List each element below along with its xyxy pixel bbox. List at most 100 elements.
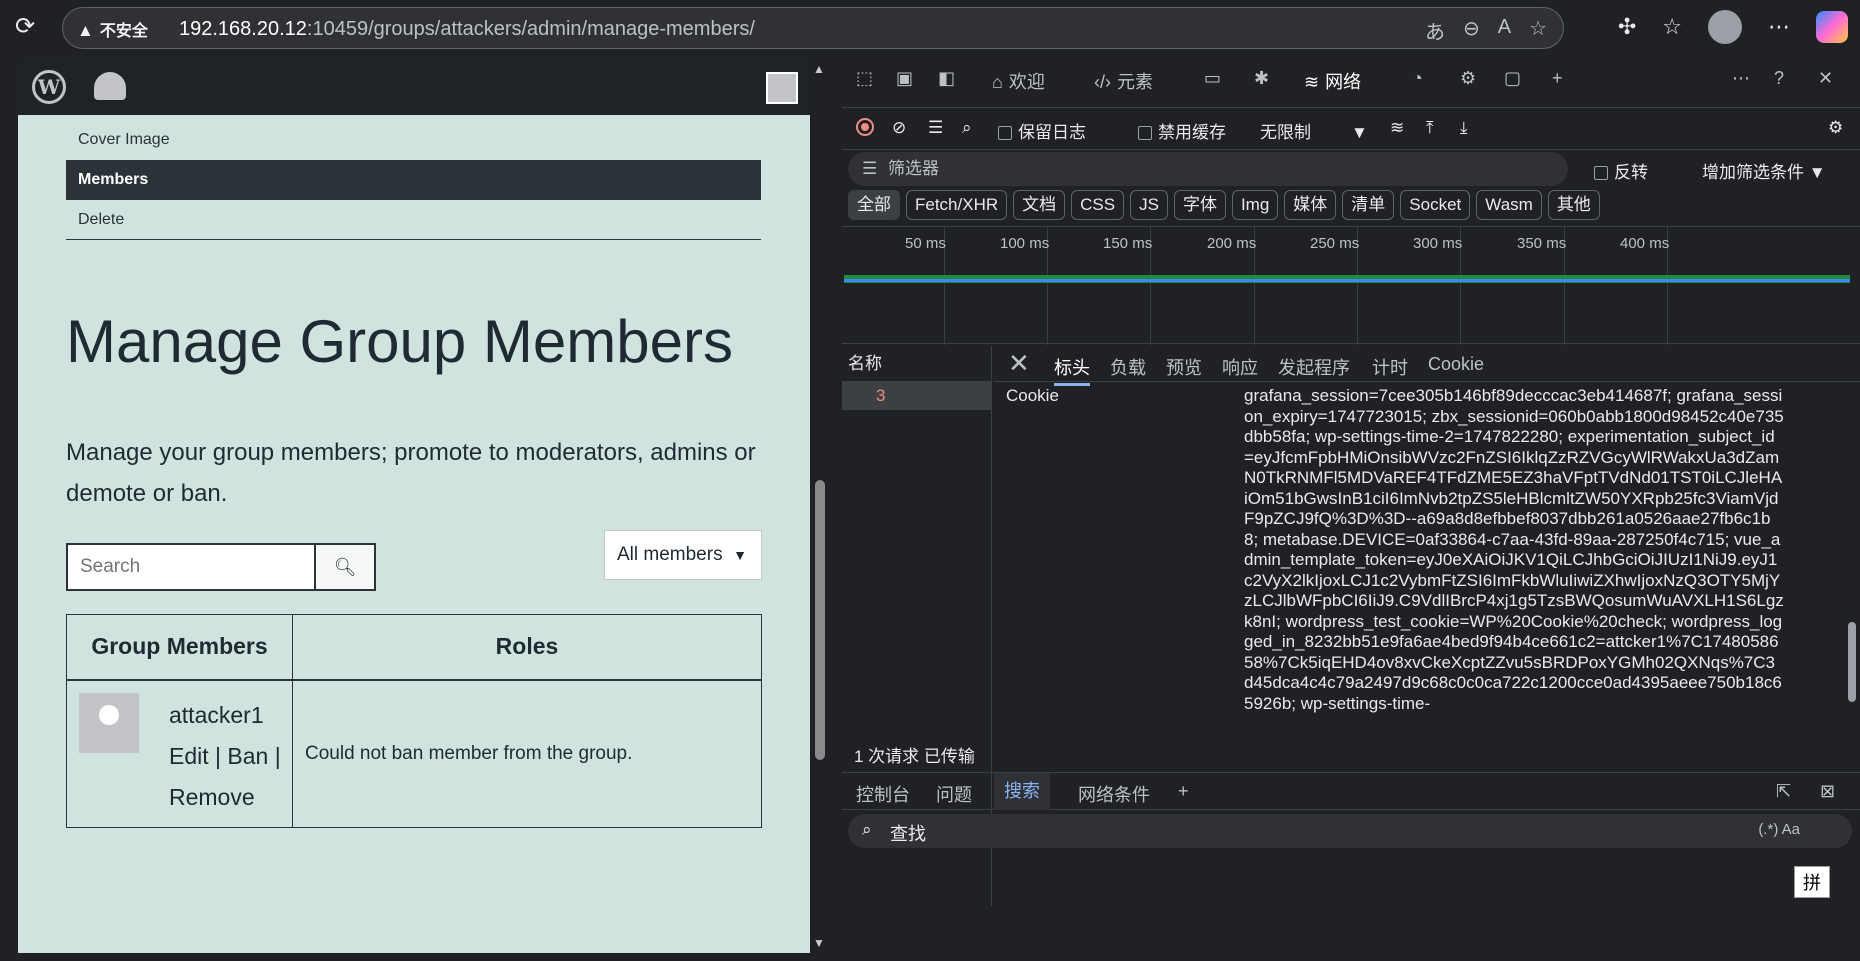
remove-link[interactable]: Remove	[169, 777, 281, 818]
subnav-item-cover-image[interactable]: Cover Image	[66, 120, 761, 160]
dock-drawer-icon[interactable]: ⇱	[1776, 781, 1791, 802]
timeline-request-bar-blue	[844, 279, 1850, 282]
filter-funnel-icon[interactable]: ☰	[928, 118, 943, 138]
tab-cookies[interactable]: Cookie	[1428, 354, 1484, 375]
code-icon: ‹/›	[1094, 72, 1111, 92]
type-filter-wasm[interactable]: Wasm	[1476, 190, 1542, 220]
address-bar[interactable]: ▲ 不安全 192.168.20.12:10459/groups/attacker…	[62, 7, 1564, 49]
type-filter-js[interactable]: JS	[1130, 190, 1168, 220]
invert-checkbox[interactable]: 反转	[1594, 158, 1648, 183]
tab-network[interactable]: ≋ 网络	[1304, 68, 1361, 94]
more-tools-icon[interactable]: ⋯	[1732, 68, 1750, 89]
tab-payload[interactable]: 负载	[1110, 354, 1146, 380]
record-icon[interactable]	[856, 118, 874, 141]
dock-icon[interactable]: ◧	[938, 68, 955, 89]
search-network-icon[interactable]: ⌕	[962, 118, 972, 138]
scroll-down-icon[interactable]: ▼	[813, 936, 825, 950]
subnav-item-members[interactable]: Members	[66, 160, 761, 200]
add-tab-icon[interactable]: +	[1552, 68, 1563, 89]
zoom-icon[interactable]: ⊖	[1463, 16, 1480, 45]
detail-scrollbar[interactable]	[1844, 382, 1860, 770]
device-toggle-icon[interactable]: ▣	[896, 68, 913, 89]
scrollbar-thumb[interactable]	[1848, 622, 1856, 702]
read-aloud-icon[interactable]: A	[1498, 16, 1511, 45]
page-description: Manage your group members; promote to mo…	[66, 439, 756, 507]
memory-icon[interactable]: ⚙	[1460, 68, 1476, 89]
ime-indicator[interactable]: 拼	[1794, 866, 1830, 898]
type-filter-other[interactable]: 其他	[1547, 190, 1600, 220]
security-indicator[interactable]: ▲ 不安全	[77, 17, 148, 41]
network-conditions-icon[interactable]: ≋	[1390, 118, 1404, 138]
scroll-up-icon[interactable]: ▲	[813, 62, 825, 76]
settings-gear-icon[interactable]: ⚙	[1828, 118, 1843, 138]
dashboard-icon[interactable]	[94, 72, 126, 100]
profile-avatar[interactable]	[1708, 10, 1742, 44]
type-filter-doc[interactable]: 文档	[1013, 190, 1066, 220]
page-scrollbar[interactable]: ▲ ▼	[810, 60, 830, 953]
wifi-icon: ≋	[1304, 72, 1320, 92]
preserve-log-checkbox[interactable]: 保留日志	[998, 118, 1086, 143]
close-detail-icon[interactable]: ✕	[1008, 348, 1030, 379]
tab-elements[interactable]: ‹/› 元素	[1094, 68, 1153, 94]
type-filter-fetch[interactable]: Fetch/XHR	[906, 190, 1008, 220]
network-timeline[interactable]: 50 ms 100 ms 150 ms 200 ms 250 ms 300 ms…	[842, 226, 1860, 345]
drawer-tab-search[interactable]: 搜索	[994, 773, 1050, 810]
request-headers-body: Cookie grafana_session=7cee305b146bf89de…	[994, 382, 1844, 770]
copilot-icon[interactable]	[1816, 11, 1848, 43]
subnav-item-delete[interactable]: Delete	[66, 200, 761, 240]
translate-icon[interactable]: あ	[1425, 16, 1445, 45]
throttle-select[interactable]: 无限制 ▼	[1260, 118, 1368, 143]
close-devtools-icon[interactable]: ✕	[1818, 68, 1833, 89]
type-filter-img[interactable]: Img	[1231, 190, 1279, 220]
disable-cache-checkbox[interactable]: 禁用缓存	[1138, 118, 1226, 143]
scrollbar-thumb[interactable]	[815, 480, 825, 760]
member-name-link[interactable]: attacker1	[169, 695, 281, 736]
add-drawer-tab-icon[interactable]: +	[1178, 781, 1189, 802]
bug-icon[interactable]: ✱	[1254, 68, 1269, 89]
tab-welcome[interactable]: ⌂ 欢迎	[992, 68, 1045, 94]
inspect-icon[interactable]: ⬚	[856, 68, 873, 89]
header-value[interactable]: grafana_session=7cee305b146bf89decccac3e…	[1244, 386, 1784, 714]
type-filter-css[interactable]: CSS	[1071, 190, 1125, 220]
more-filters-dropdown[interactable]: 增加筛选条件 ▼	[1702, 158, 1826, 183]
request-row[interactable]: 3	[842, 382, 991, 410]
regex-case-options[interactable]: (.*) Aa	[1758, 821, 1800, 838]
application-icon[interactable]: ▢	[1504, 68, 1521, 89]
extensions-icon[interactable]: ✣	[1618, 14, 1636, 40]
console-icon[interactable]: ▭	[1204, 68, 1221, 89]
member-search-input[interactable]	[68, 545, 316, 589]
drawer-tab-console[interactable]: 控制台	[856, 781, 910, 807]
drawer-tab-network-conditions[interactable]: 网络条件	[1078, 781, 1150, 807]
type-filter-socket[interactable]: Socket	[1400, 190, 1471, 220]
member-avatar[interactable]	[79, 692, 139, 753]
tab-timing[interactable]: 计时	[1372, 354, 1408, 380]
import-icon[interactable]: ⤒	[1426, 118, 1434, 138]
type-filter-media[interactable]: 媒体	[1284, 190, 1337, 220]
tab-response[interactable]: 响应	[1222, 354, 1258, 380]
type-filter-font[interactable]: 字体	[1173, 190, 1226, 220]
favorite-star-icon[interactable]: ☆	[1529, 16, 1547, 45]
reload-icon[interactable]: ⟳	[10, 12, 40, 42]
member-actions[interactable]: Edit | Ban |	[169, 736, 281, 777]
name-column-header[interactable]: 名称	[842, 346, 991, 382]
clear-icon[interactable]: ⊘	[892, 118, 906, 138]
member-filter-select[interactable]: All members ▼	[604, 530, 762, 580]
type-filter-all[interactable]: 全部	[848, 190, 900, 220]
network-filter-input[interactable]: ☰ 筛选器	[848, 152, 1568, 186]
drawer-tab-issues[interactable]: 问题	[936, 781, 972, 807]
performance-icon[interactable]: ◔	[1412, 68, 1423, 89]
url-text[interactable]: 192.168.20.12:10459/groups/attackers/adm…	[179, 18, 755, 41]
admin-bar-avatar[interactable]	[766, 72, 798, 104]
search-button[interactable]: 🔍︎	[314, 545, 374, 589]
more-menu-icon[interactable]: ⋯	[1768, 14, 1790, 40]
drawer-search-input[interactable]: ⌕ 查找 (.*) Aa	[848, 814, 1852, 848]
export-icon[interactable]: ⤓	[1460, 118, 1468, 138]
tab-initiator[interactable]: 发起程序	[1278, 354, 1350, 380]
help-icon[interactable]: ?	[1774, 68, 1784, 89]
type-filter-manifest[interactable]: 清单	[1342, 190, 1395, 220]
close-drawer-icon[interactable]: ⊠	[1820, 781, 1835, 802]
devtools-panel: ⬚ ▣ ◧ ⌂ 欢迎 ‹/› 元素 ▭ ✱ ≋ 网络 ◔ ⚙ ▢ + ⋯ ? ✕ ⊘ …	[842, 56, 1860, 961]
favorites-icon[interactable]: ☆	[1662, 14, 1682, 40]
wordpress-logo-icon[interactable]: W	[32, 70, 66, 104]
tab-preview[interactable]: 预览	[1166, 354, 1202, 380]
